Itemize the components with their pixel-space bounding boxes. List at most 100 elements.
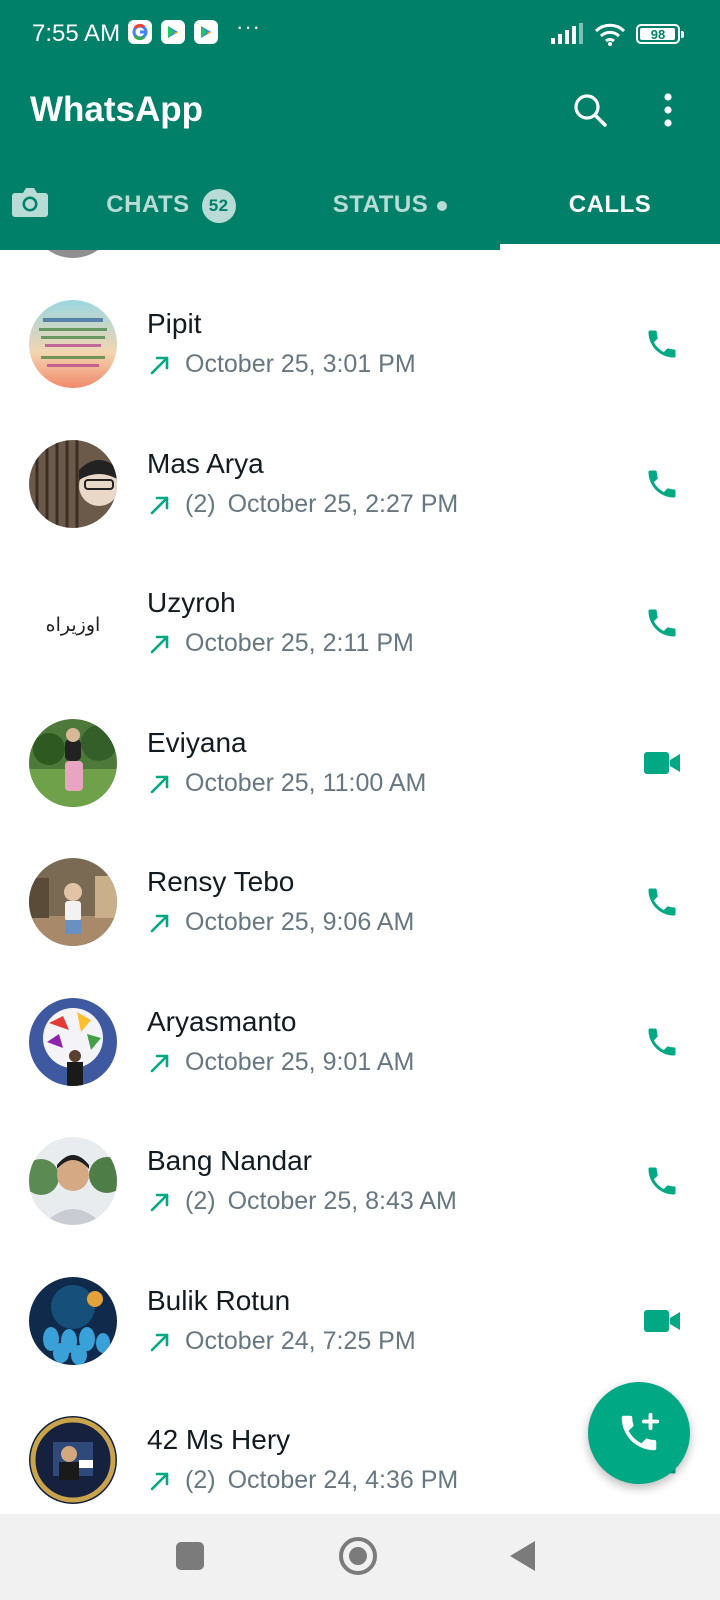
status-bar: 7:55 AM ··· 98 <box>0 0 720 70</box>
battery-icon: 98 <box>636 24 684 44</box>
call-time: October 25, 11:00 AM <box>185 769 427 797</box>
call-time: October 25, 9:06 AM <box>185 908 415 936</box>
tab-chats-label: CHATS <box>106 191 190 218</box>
call-time: October 25, 2:11 PM <box>185 629 414 657</box>
call-count: (2) <box>185 490 216 518</box>
call-count: (2) <box>185 1187 216 1215</box>
home-circle-icon <box>339 1537 377 1575</box>
contact-name: Rensy Tebo <box>147 866 295 897</box>
avatar[interactable] <box>29 858 117 946</box>
app-header: 7:55 AM ··· 98 WhatsApp CHATS 52 STATUS … <box>0 0 720 250</box>
new-call-button[interactable] <box>588 1382 690 1484</box>
contact-name: Uzyroh <box>147 587 236 618</box>
tab-calls-label: CALLS <box>568 191 652 218</box>
call-details: October 25, 2:11 PM <box>147 629 414 658</box>
call-row[interactable]: Bang Nandar (2) October 25, 8:43 AM <box>0 1137 720 1276</box>
status-indicators: 98 <box>550 22 684 46</box>
tab-status-label: STATUS <box>332 191 429 218</box>
avatar[interactable] <box>29 300 117 388</box>
new-call-icon <box>621 1412 660 1451</box>
recents-square-icon <box>176 1542 204 1570</box>
contact-name: Mas Arya <box>147 448 264 479</box>
avatar-text: اوزيراه <box>46 614 101 636</box>
voice-call-icon <box>648 470 676 498</box>
battery-level: 98 <box>650 26 666 42</box>
call-details: (2) October 24, 4:36 PM <box>147 1466 458 1495</box>
calls-list[interactable]: Pipit October 25, 3:01 PM Mas Arya (2) Octob… <box>0 250 720 1514</box>
unread-badge: 52 <box>201 189 236 223</box>
outgoing-call-arrow-icon <box>150 914 169 932</box>
avatar[interactable] <box>30 250 116 258</box>
avatar[interactable] <box>29 998 117 1086</box>
voice-call-button[interactable] <box>638 599 686 647</box>
app-title: WhatsApp <box>30 90 204 129</box>
video-call-button[interactable] <box>638 739 686 787</box>
search-button[interactable] <box>568 88 612 132</box>
call-row[interactable]: Eviyana October 25, 11:00 AM <box>0 719 720 858</box>
avatar[interactable] <box>29 1277 117 1365</box>
play-store-icon-2 <box>194 20 218 44</box>
status-time: 7:55 AM <box>32 20 121 47</box>
voice-call-button[interactable] <box>638 1018 686 1066</box>
call-time: October 25, 9:01 AM <box>185 1048 415 1076</box>
contact-name: Pipit <box>147 308 202 339</box>
avatar[interactable] <box>29 1416 117 1504</box>
more-vert-icon <box>664 93 672 127</box>
contact-name: Bang Nandar <box>147 1145 313 1176</box>
call-row[interactable]: Aryasmanto October 25, 9:01 AM <box>0 998 720 1137</box>
call-details: October 25, 11:00 AM <box>147 769 426 798</box>
call-details: (2) October 25, 8:43 AM <box>147 1187 457 1216</box>
call-details: (2) October 25, 2:27 PM <box>147 490 458 519</box>
tab-camera[interactable] <box>8 180 52 224</box>
more-options-button[interactable] <box>646 88 690 132</box>
voice-call-button[interactable] <box>638 1157 686 1205</box>
call-details: October 25, 9:01 AM <box>147 1048 414 1077</box>
call-row[interactable]: Mas Arya (2) October 25, 2:27 PM <box>0 440 720 579</box>
avatar[interactable] <box>29 440 117 528</box>
call-details: October 25, 3:01 PM <box>147 350 416 379</box>
voice-call-button[interactable] <box>638 460 686 508</box>
call-row[interactable]: Rensy Tebo October 25, 9:06 AM <box>0 858 720 997</box>
avatar[interactable] <box>29 719 117 807</box>
call-time: October 25, 3:01 PM <box>185 350 416 378</box>
avatar[interactable] <box>29 1137 117 1225</box>
voice-call-button[interactable] <box>638 878 686 926</box>
voice-call-icon <box>648 888 676 916</box>
signal-icon <box>551 23 583 44</box>
voice-call-icon <box>648 330 676 358</box>
tab-chats[interactable]: CHATS 52 <box>62 170 280 250</box>
voice-call-icon <box>648 609 676 637</box>
call-row[interactable]: Pipit October 25, 3:01 PM <box>0 300 720 439</box>
contact-name: Bulik Rotun <box>147 1285 291 1316</box>
voice-call-button[interactable] <box>638 320 686 368</box>
status-update-dot <box>437 201 448 211</box>
back-button[interactable] <box>500 1534 544 1578</box>
camera-icon <box>12 188 48 217</box>
wifi-icon <box>594 23 626 46</box>
tab-calls[interactable]: CALLS <box>500 170 720 250</box>
contact-name: 42 Ms Hery <box>147 1424 291 1455</box>
notification-icons <box>128 20 218 44</box>
call-time: October 24, 7:25 PM <box>185 1327 416 1355</box>
outgoing-call-arrow-icon <box>150 496 169 514</box>
outgoing-call-arrow-icon <box>150 356 169 374</box>
video-call-icon <box>644 752 680 774</box>
voice-call-icon <box>648 1028 676 1056</box>
recents-button[interactable] <box>168 1534 212 1578</box>
call-time: October 24, 4:36 PM <box>227 1466 459 1494</box>
outgoing-call-arrow-icon <box>150 635 169 653</box>
video-call-button[interactable] <box>638 1297 686 1345</box>
system-nav-bar <box>0 1514 720 1600</box>
home-button[interactable] <box>336 1534 380 1578</box>
play-store-icon <box>161 20 185 44</box>
video-call-icon <box>644 1310 680 1332</box>
search-icon <box>574 94 607 127</box>
outgoing-call-arrow-icon <box>150 1472 169 1490</box>
call-row[interactable]: اوزيراه Uzyroh October 25, 2:11 PM <box>0 579 720 718</box>
tab-bar: CHATS 52 STATUS CALLS <box>0 170 720 250</box>
outgoing-call-arrow-icon <box>150 1054 169 1072</box>
tab-status[interactable]: STATUS <box>280 170 500 250</box>
call-details: October 25, 9:06 AM <box>147 908 414 937</box>
contact-name: Eviyana <box>147 727 247 758</box>
avatar[interactable]: اوزيراه <box>29 579 117 667</box>
